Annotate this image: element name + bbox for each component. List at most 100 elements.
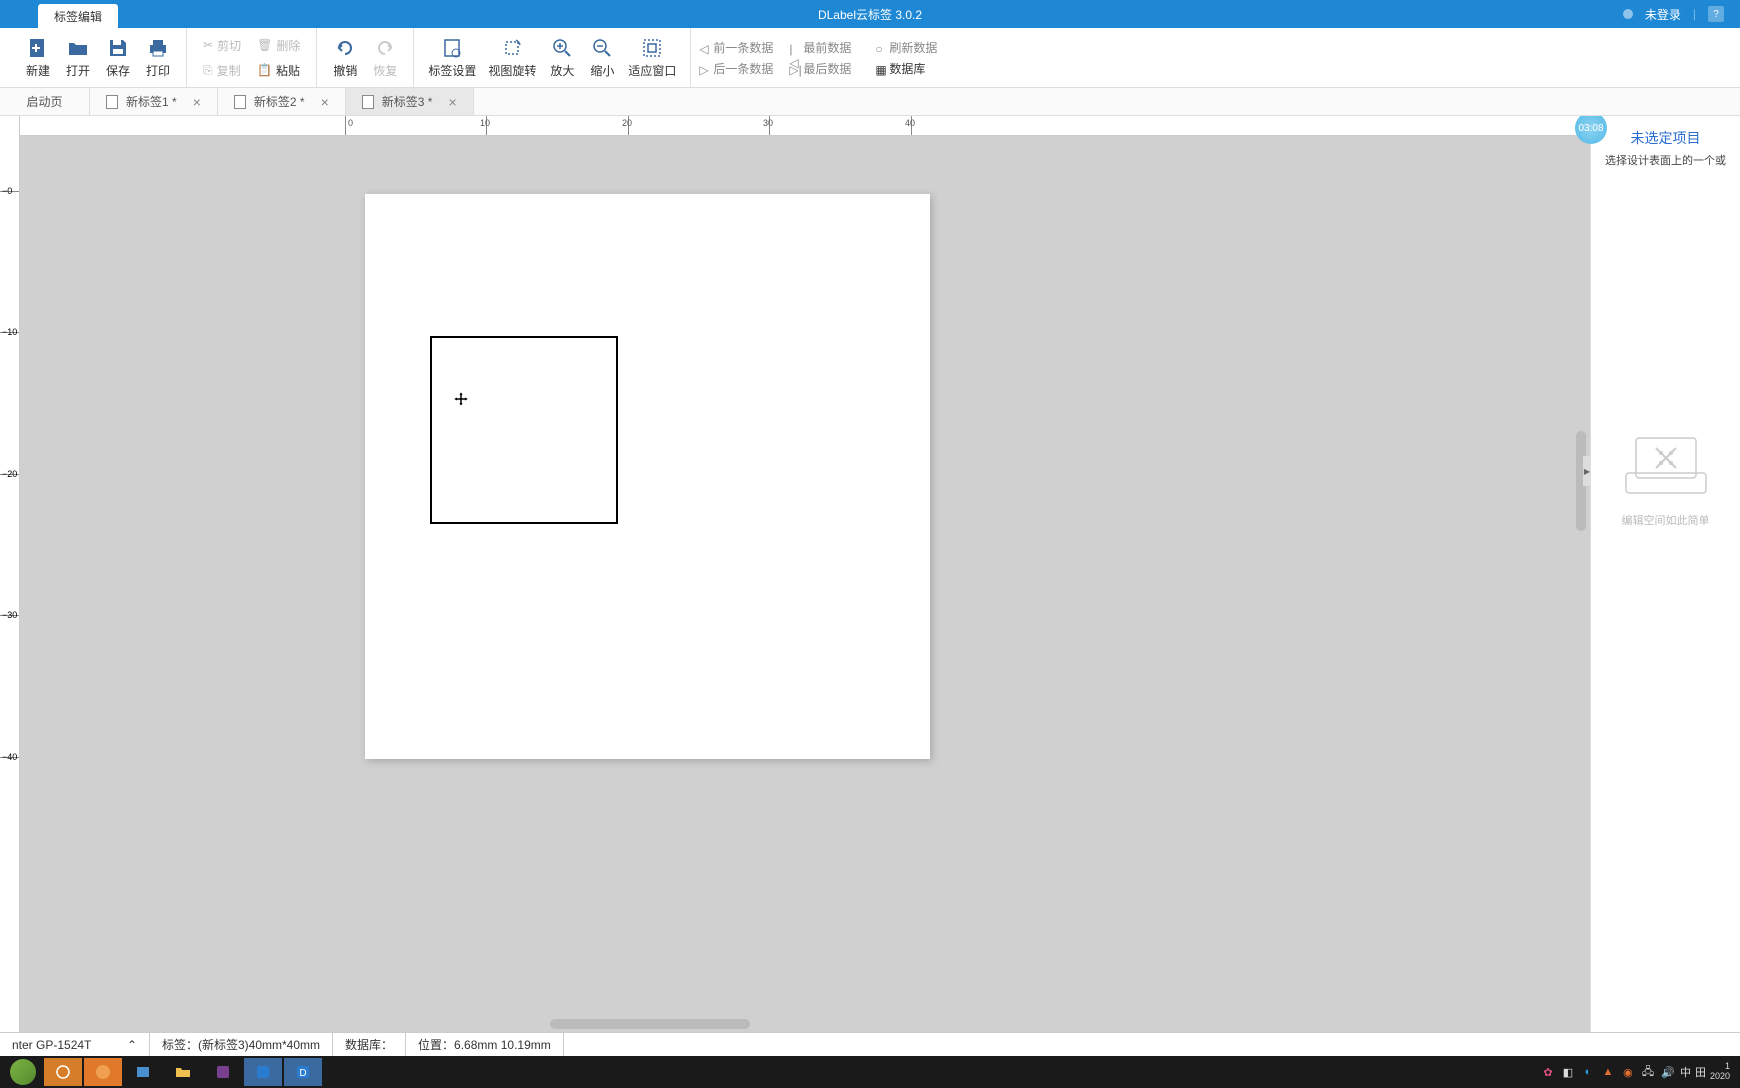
label-canvas[interactable] [365, 194, 930, 759]
tray-extra[interactable]: 田 [1695, 1064, 1706, 1080]
svg-text:D: D [299, 1068, 306, 1079]
taskbar-app-2[interactable] [84, 1058, 122, 1086]
tray-volume-icon[interactable]: 🔊 [1660, 1064, 1676, 1080]
taskbar-app-4[interactable] [204, 1058, 242, 1086]
login-status[interactable]: 未登录 [1645, 6, 1681, 23]
label-settings-icon [440, 36, 464, 60]
rectangle-shape[interactable] [430, 336, 618, 524]
copy-icon: ⎘ [203, 63, 213, 78]
tray-clock[interactable]: 1 2020 [1710, 1062, 1730, 1082]
undo-button[interactable]: 撤销 [325, 32, 365, 83]
redo-button[interactable]: 恢复 [365, 32, 405, 83]
close-icon[interactable]: × [193, 94, 201, 110]
tab-start[interactable]: 启动页 [0, 88, 90, 115]
taskbar-app-5[interactable] [244, 1058, 282, 1086]
title-tab[interactable]: 标签编辑 [38, 4, 118, 28]
toolbar: 新建 打开 保存 打印 ✂ 剪切 ⎘ 复制 🗑 [0, 28, 1740, 88]
delete-button[interactable]: 🗑 删除 [249, 35, 308, 56]
paste-icon: 📋 [257, 63, 272, 77]
zoom-out-icon [590, 36, 614, 60]
tray-icon-3[interactable]: ◐ [1580, 1064, 1596, 1080]
panel-title: 未选定项目 [1631, 128, 1701, 148]
new-icon [26, 36, 50, 60]
tab-label3[interactable]: 新标签3 * × [346, 88, 474, 115]
view-rotate-button[interactable]: 视图旋转 [482, 32, 542, 83]
panel-illustration: 编辑空间如此简单 [1621, 428, 1711, 528]
cut-icon: ✂ [203, 38, 213, 52]
print-icon [146, 36, 170, 60]
tray-icon-5[interactable]: ◉ [1620, 1064, 1636, 1080]
close-icon[interactable]: × [321, 94, 329, 110]
tray-icon-2[interactable]: ◧ [1560, 1064, 1576, 1080]
refresh-record-button[interactable]: ○刷新数据 [875, 39, 945, 56]
help-icon[interactable]: ? [1708, 6, 1724, 22]
tray-ime[interactable]: 中 [1680, 1064, 1691, 1080]
doc-icon [234, 95, 246, 109]
taskbar: D ✿ ◧ ◐ ▲ ◉ 🖧 🔊 中 田 1 2020 [0, 1056, 1740, 1088]
prev-icon: ◁ [699, 42, 709, 52]
status-printer[interactable]: nter GP-1524T ⌃ [0, 1033, 150, 1056]
refresh-icon: ○ [875, 42, 885, 52]
status-label: 标签：(新标签3)40mm*40mm [150, 1033, 333, 1056]
canvas-viewport[interactable] [20, 136, 1590, 1032]
time-badge: 03:08 [1575, 116, 1607, 144]
vertical-scrollbar[interactable] [1576, 136, 1588, 1032]
titlebar: 标签编辑 DLabel云标签 3.0.2 未登录 | ? [0, 0, 1740, 28]
horizontal-ruler: 0 10 20 30 40 [20, 116, 1590, 136]
cut-button[interactable]: ✂ 剪切 [195, 35, 249, 56]
new-button[interactable]: 新建 [18, 32, 58, 83]
copy-button[interactable]: ⎘ 复制 [195, 60, 249, 81]
tab-label2[interactable]: 新标签2 * × [218, 88, 346, 115]
properties-panel: 03:08 ▶ 未选定项目 选择设计表面上的一个或 编辑空间如此简单 [1590, 116, 1740, 1032]
save-button[interactable]: 保存 [98, 32, 138, 83]
close-icon[interactable]: × [448, 94, 456, 110]
next-record-button[interactable]: ▷后一条数据 [699, 60, 773, 77]
status-position: 位置：6.68mm 10.19mm [406, 1033, 564, 1056]
start-menu-button[interactable] [4, 1058, 42, 1086]
undo-icon [333, 36, 357, 60]
document-tabs: 启动页 新标签1 * × 新标签2 * × 新标签3 * × [0, 88, 1740, 116]
tray-icon-4[interactable]: ▲ [1600, 1064, 1616, 1080]
taskbar-app-1[interactable] [44, 1058, 82, 1086]
last-record-button[interactable]: ▷|最后数据 [789, 60, 859, 77]
label-settings-button[interactable]: 标签设置 [422, 32, 482, 83]
print-button[interactable]: 打印 [138, 32, 178, 83]
login-status-icon [1623, 9, 1633, 19]
open-icon [66, 36, 90, 60]
tray-network-icon[interactable]: 🖧 [1640, 1064, 1656, 1080]
save-icon [106, 36, 130, 60]
rotate-icon [500, 36, 524, 60]
app-title: DLabel云标签 3.0.2 [818, 6, 922, 23]
first-record-button[interactable]: |◁最前数据 [789, 39, 859, 56]
main-area: −0 −10 −20 −30 −40 0 10 20 30 40 [0, 116, 1740, 1032]
horizontal-scrollbar[interactable] [20, 1018, 1590, 1030]
doc-icon [106, 95, 118, 109]
taskbar-explorer[interactable] [164, 1058, 202, 1086]
next-icon: ▷ [699, 63, 709, 73]
taskbar-app-dlabel[interactable]: D [284, 1058, 322, 1086]
zoom-out-button[interactable]: 缩小 [582, 32, 622, 83]
chevron-up-icon: ⌃ [127, 1038, 137, 1052]
taskbar-app-3[interactable] [124, 1058, 162, 1086]
collapse-handle[interactable]: ▶ [1583, 456, 1591, 486]
first-icon: |◁ [789, 42, 799, 52]
move-cursor-icon [454, 392, 468, 406]
fit-window-button[interactable]: 适应窗口 [622, 32, 682, 83]
zoom-in-icon [550, 36, 574, 60]
status-database: 数据库： [333, 1033, 406, 1056]
redo-icon [373, 36, 397, 60]
zoom-in-button[interactable]: 放大 [542, 32, 582, 83]
open-button[interactable]: 打开 [58, 32, 98, 83]
fit-window-icon [640, 36, 664, 60]
tab-label1[interactable]: 新标签1 * × [90, 88, 218, 115]
paste-button[interactable]: 📋 粘贴 [249, 60, 308, 81]
tray-icon-1[interactable]: ✿ [1540, 1064, 1556, 1080]
delete-icon: 🗑 [257, 38, 272, 52]
last-icon: ▷| [789, 63, 799, 73]
statusbar: nter GP-1524T ⌃ 标签：(新标签3)40mm*40mm 数据库： … [0, 1032, 1740, 1056]
database-button[interactable]: ▦数据库 [875, 60, 945, 77]
prev-record-button[interactable]: ◁前一条数据 [699, 39, 773, 56]
database-icon: ▦ [875, 63, 885, 73]
panel-subtitle: 选择设计表面上的一个或 [1605, 152, 1726, 168]
doc-icon [362, 95, 374, 109]
